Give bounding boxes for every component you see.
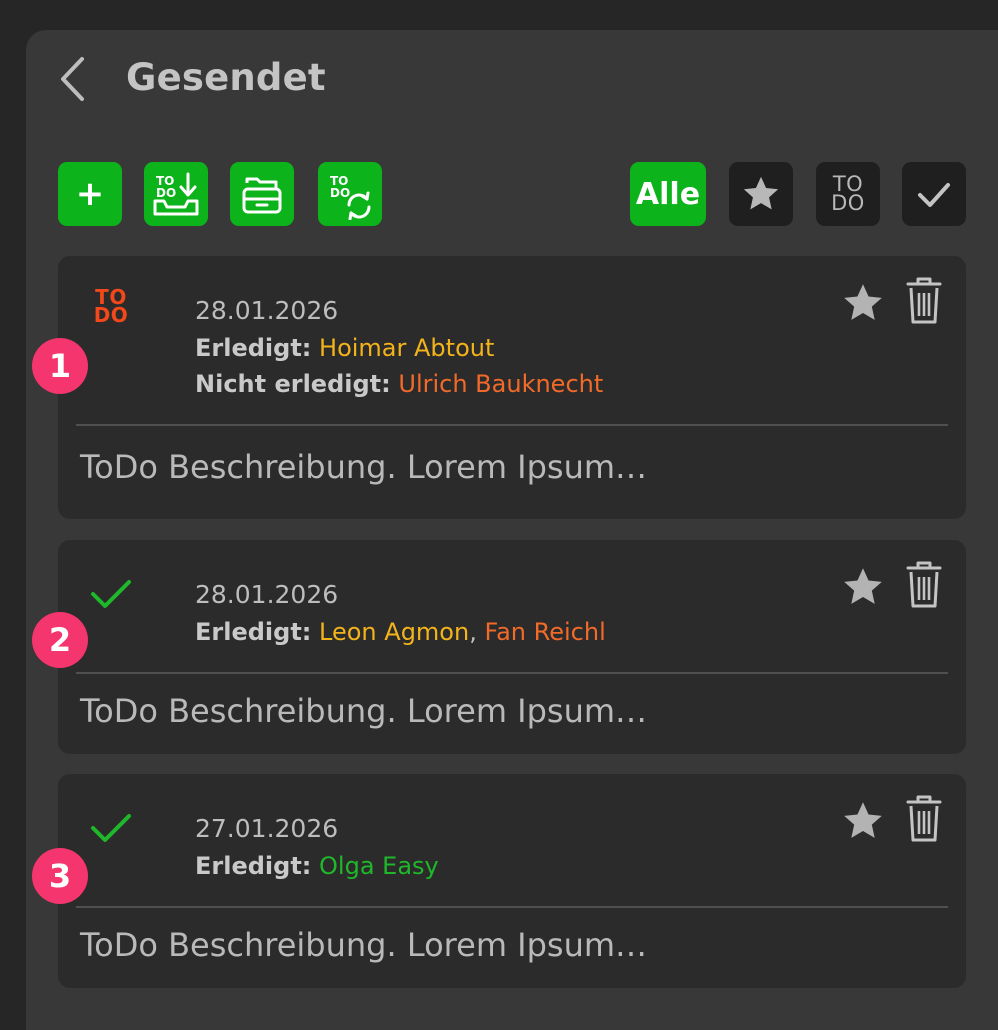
- sent-panel: Gesendet + TO DO TO DO Alle TO DO TO DO …: [26, 30, 998, 1030]
- done-label: Erledigt:: [195, 334, 312, 362]
- todo-icon: TO DO: [93, 285, 129, 328]
- name-separator: ,: [469, 618, 477, 646]
- todo-description: ToDo Beschreibung. Lorem Ipsum…: [80, 926, 648, 964]
- done-line: Erledigt: Hoimar Abtout: [195, 334, 494, 362]
- not-done-label: Nicht erledigt:: [195, 370, 391, 398]
- checkmark-icon: [918, 183, 950, 207]
- filter-todo-button[interactable]: TO DO: [816, 162, 880, 226]
- plus-icon: +: [75, 174, 105, 214]
- add-todo-button[interactable]: +: [58, 162, 122, 226]
- todo-card[interactable]: 28.01.2026 Erledigt: Leon Agmon, Fan Rei…: [58, 540, 966, 754]
- star-icon: [844, 284, 882, 320]
- trash-icon: [906, 277, 942, 324]
- done-label: Erledigt:: [195, 618, 312, 646]
- todo-date: 27.01.2026: [195, 814, 339, 843]
- star-icon: [743, 176, 779, 210]
- todo-sync-button[interactable]: TO DO: [318, 162, 382, 226]
- favorite-button[interactable]: [840, 280, 886, 330]
- favorite-button[interactable]: [840, 564, 886, 614]
- svg-text:DO: DO: [156, 186, 176, 200]
- done-label: Erledigt:: [195, 852, 312, 880]
- back-button[interactable]: [54, 54, 90, 104]
- card-divider: [76, 424, 948, 426]
- done-name: Fan Reichl: [484, 618, 606, 646]
- todo-description: ToDo Beschreibung. Lorem Ipsum…: [80, 692, 648, 730]
- todo-card[interactable]: 27.01.2026 Erledigt: Olga Easy ToDo Besc…: [58, 774, 966, 988]
- toolbar: + TO DO TO DO Alle TO DO: [26, 162, 998, 228]
- trash-icon: [906, 795, 942, 842]
- checkmark-icon: [88, 576, 134, 616]
- chevron-left-icon: [61, 57, 84, 101]
- trash-icon: [906, 561, 942, 608]
- svg-text:DO: DO: [330, 186, 350, 200]
- card-divider: [76, 672, 948, 674]
- todo-sync-icon: TO DO: [330, 174, 371, 220]
- delete-button[interactable]: [904, 792, 944, 848]
- archive-button[interactable]: [230, 162, 294, 226]
- step-badge-1: 1: [32, 338, 88, 394]
- done-line: Erledigt: Leon Agmon, Fan Reichl: [195, 618, 606, 646]
- todo-card[interactable]: TO DO 28.01.2026 Erledigt: Hoimar Abtout…: [58, 256, 966, 519]
- page-title: Gesendet: [126, 56, 326, 99]
- delete-button[interactable]: [904, 274, 944, 330]
- not-done-name: Ulrich Bauknecht: [398, 370, 604, 398]
- header: Gesendet: [26, 30, 998, 140]
- todo-date: 28.01.2026: [195, 580, 339, 609]
- card-divider: [76, 906, 948, 908]
- step-badge-3: 3: [32, 848, 88, 904]
- done-name: Hoimar Abtout: [319, 334, 495, 362]
- star-icon: [844, 568, 882, 604]
- todo-inbox-icon: TO DO: [153, 172, 199, 216]
- not-done-line: Nicht erledigt: Ulrich Bauknecht: [195, 370, 603, 398]
- todo-date: 28.01.2026: [195, 296, 339, 325]
- filter-all-button[interactable]: Alle: [630, 162, 706, 226]
- done-name: Leon Agmon: [319, 618, 470, 646]
- done-name: Olga Easy: [319, 852, 439, 880]
- step-badge-2: 2: [32, 612, 88, 668]
- star-icon: [844, 802, 882, 838]
- checkmark-icon: [88, 810, 134, 850]
- filter-starred-button[interactable]: [729, 162, 793, 226]
- todo-icon: TO DO: [831, 171, 865, 215]
- favorite-button[interactable]: [840, 798, 886, 848]
- todo-description: ToDo Beschreibung. Lorem Ipsum…: [80, 448, 648, 486]
- filter-done-button[interactable]: [902, 162, 966, 226]
- todo-inbox-button[interactable]: TO DO: [144, 162, 208, 226]
- done-line: Erledigt: Olga Easy: [195, 852, 439, 880]
- archive-drawer-icon: [242, 177, 282, 214]
- delete-button[interactable]: [904, 558, 944, 614]
